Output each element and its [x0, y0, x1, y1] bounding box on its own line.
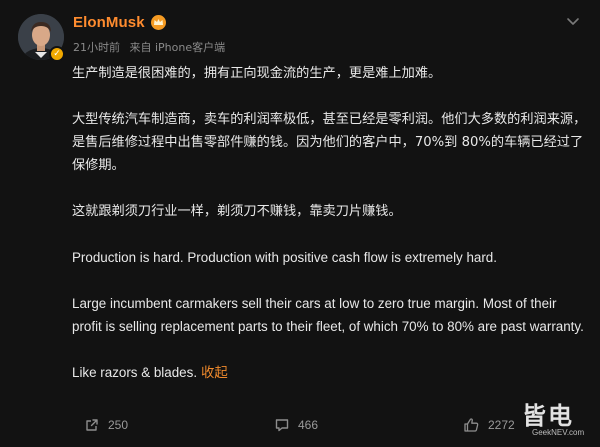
site-watermark: 皆电 GeekNEV.com: [522, 396, 594, 444]
comment-button[interactable]: 466: [274, 417, 318, 433]
like-button[interactable]: 2272: [463, 417, 515, 433]
post-time: 21小时前: [73, 41, 120, 54]
crown-vip-icon: [151, 15, 166, 30]
post-source: 来自 iPhone客户端: [129, 41, 226, 54]
collapse-link[interactable]: 收起: [201, 365, 228, 380]
comment-count: 466: [298, 418, 319, 432]
like-count: 2272: [488, 418, 515, 432]
verified-badge-icon: ✓: [49, 46, 65, 62]
paragraph-en-2: Large incumbent carmakers sell their car…: [72, 296, 584, 334]
paragraph-cn-2: 大型传统汽车制造商，卖车的利润率极低，甚至已经是零利润。他们大多数的利润来源，是…: [72, 112, 587, 173]
weibo-post: ✓ ElonMusk 21小时前 来自 iPhone客户端 生产制造是很困难的，…: [0, 0, 600, 447]
paragraph-cn-3: 这就跟剃须刀行业一样，剃须刀不赚钱，靠卖刀片赚钱。: [72, 204, 402, 219]
comment-icon: [275, 419, 289, 432]
author-name[interactable]: ElonMusk: [73, 14, 145, 31]
post-content: 生产制造是很困难的，拥有正向现金流的生产，更是难上加难。 大型传统汽车制造商，卖…: [72, 62, 587, 384]
action-bar: 250 466 2272: [0, 414, 600, 444]
paragraph-en-3: Like razors & blades. 收起: [72, 361, 587, 384]
watermark-logo-text: 皆电: [522, 402, 574, 430]
paragraph-en-1: Production is hard. Production with posi…: [72, 250, 497, 265]
paragraph-cn-1: 生产制造是很困难的，拥有正向现金流的生产，更是难上加难。: [72, 66, 442, 81]
repost-count: 250: [108, 418, 129, 432]
thumbs-up-icon: [464, 418, 479, 432]
chevron-down-icon[interactable]: [565, 13, 581, 29]
repost-icon: [86, 419, 98, 431]
repost-button[interactable]: 250: [84, 417, 128, 433]
post-meta: 21小时前 来自 iPhone客户端: [73, 39, 225, 55]
paragraph-en-3-text: Like razors & blades.: [72, 365, 198, 380]
watermark-url: GeekNEV.com: [532, 428, 585, 437]
